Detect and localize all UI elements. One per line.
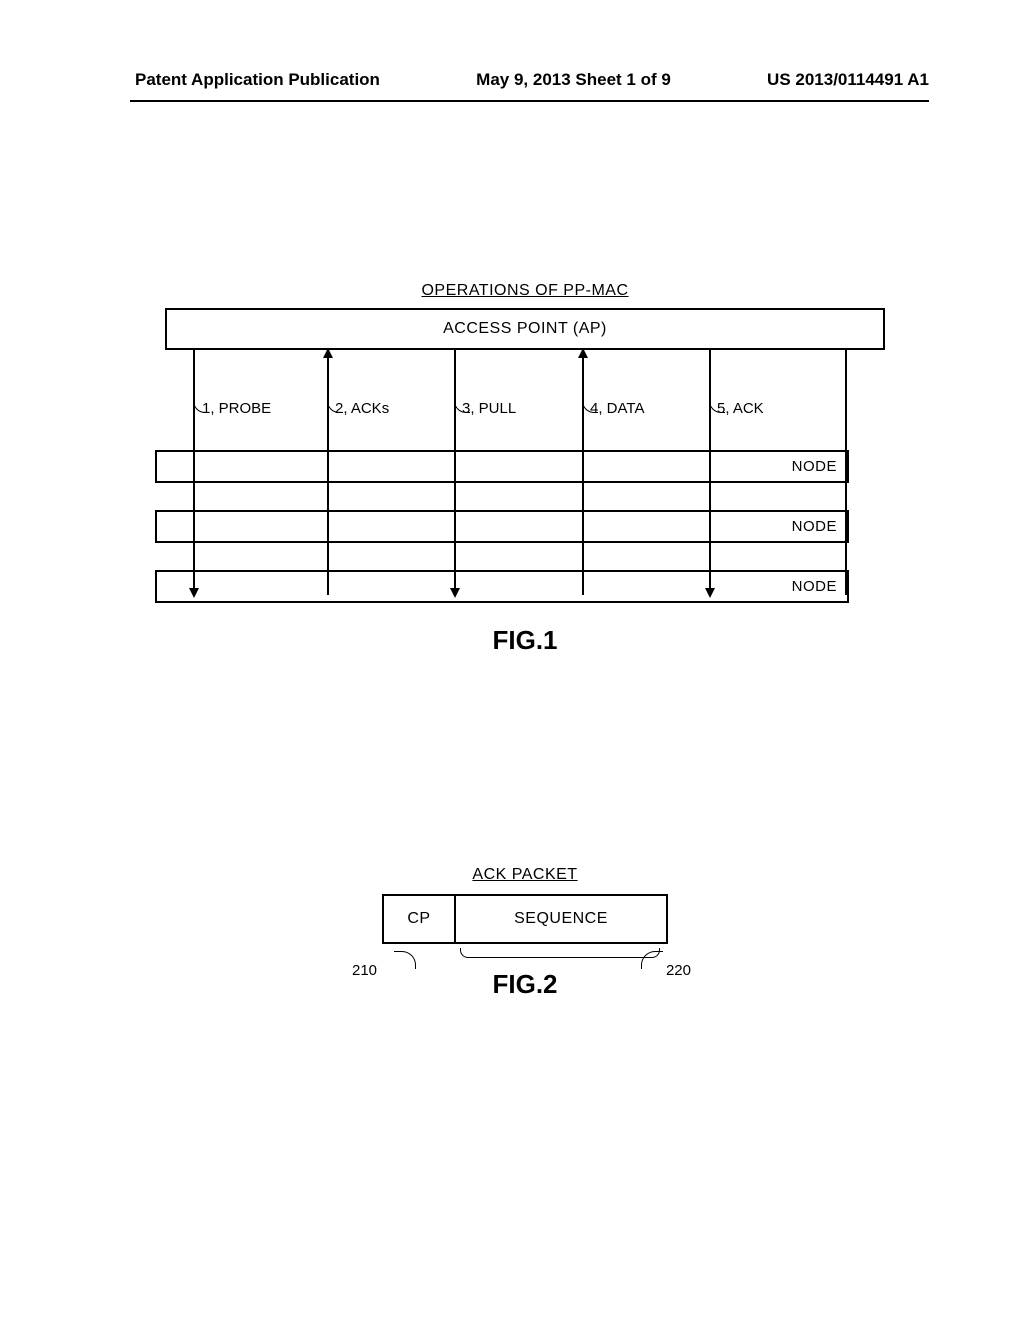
ack-packet-table: CP SEQUENCE xyxy=(382,894,668,944)
page-header: Patent Application Publication May 9, 20… xyxy=(0,0,1024,100)
col-label-ack: 5, ACK xyxy=(717,400,764,417)
fig1-diagram-body: 1, PROBE 2, ACKs 3, PULL 4, DATA 5, ACK … xyxy=(165,350,885,610)
ack-cp-cell: CP xyxy=(384,896,456,942)
header-left: Patent Application Publication xyxy=(135,70,380,90)
col-label-data: 4, DATA xyxy=(590,400,644,417)
col-label-probe: 1, PROBE xyxy=(202,400,271,417)
fig2-inner: ACK PACKET CP SEQUENCE 210 220 FIG.2 xyxy=(382,866,668,1000)
fig1-title: OPERATIONS OF PP-MAC xyxy=(165,282,885,300)
figure-1: OPERATIONS OF PP-MAC ACCESS POINT (AP) 1… xyxy=(165,282,885,656)
node-box-1: NODE xyxy=(155,450,849,483)
ref-label-210: 210 xyxy=(352,962,377,979)
ref-label-220: 220 xyxy=(666,962,691,979)
node-box-2: NODE xyxy=(155,510,849,543)
ref-curve-210 xyxy=(394,951,416,969)
header-center: May 9, 2013 Sheet 1 of 9 xyxy=(476,70,671,90)
header-right: US 2013/0114491 A1 xyxy=(767,70,929,90)
content-area: OPERATIONS OF PP-MAC ACCESS POINT (AP) 1… xyxy=(0,102,1024,1000)
col-label-pull: 3, PULL xyxy=(462,400,516,417)
fig2-caption: FIG.2 xyxy=(382,969,668,1000)
fig2-title: ACK PACKET xyxy=(382,866,668,884)
arrow-up-data xyxy=(578,348,588,358)
fig1-caption: FIG.1 xyxy=(165,625,885,656)
sequence-brace xyxy=(460,948,660,958)
node-box-3: NODE xyxy=(155,570,849,603)
figure-2: ACK PACKET CP SEQUENCE 210 220 FIG.2 xyxy=(165,866,885,1000)
arrow-up-acks xyxy=(323,348,333,358)
col-label-acks: 2, ACKs xyxy=(335,400,389,417)
ack-sequence-cell: SEQUENCE xyxy=(456,896,666,942)
access-point-box: ACCESS POINT (AP) xyxy=(165,308,885,350)
